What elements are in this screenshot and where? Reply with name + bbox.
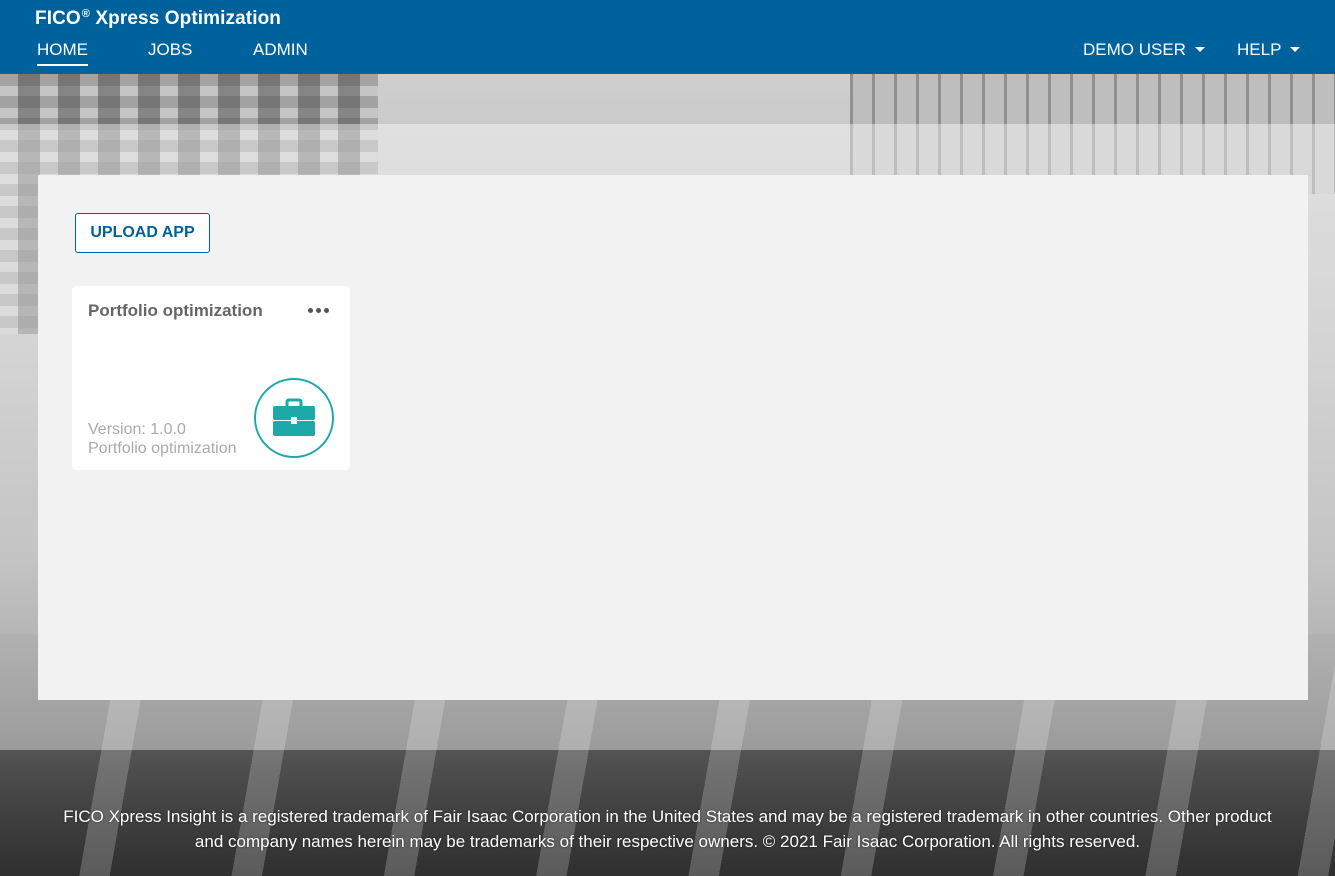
user-menu-label: DEMO USER [1083, 40, 1186, 59]
brand-prefix: FICO [35, 8, 81, 29]
footer: FICO Xpress Insight is a registered trad… [0, 750, 1335, 876]
nav-admin[interactable]: ADMIN [253, 40, 308, 64]
dot [323, 307, 329, 313]
nav-jobs[interactable]: JOBS [148, 40, 192, 64]
caret-down-icon [1194, 47, 1205, 52]
app-card-version: Version: 1.0.0 [88, 421, 186, 438]
app-card-title: Portfolio optimization [88, 301, 263, 320]
app-brand: FICO® Xpress Optimization [35, 8, 281, 30]
app-card-description: Portfolio optimization [88, 440, 237, 457]
user-menu[interactable]: DEMO USER [1083, 40, 1205, 64]
footer-line-2: and company names herein may be trademar… [194, 832, 1141, 851]
nav-home[interactable]: HOME [37, 40, 88, 66]
help-menu-label: HELP [1237, 40, 1282, 59]
briefcase-icon [254, 378, 334, 458]
help-menu[interactable]: HELP [1237, 40, 1301, 64]
apps-panel: UPLOAD APP Portfolio optimization Versio… [38, 175, 1308, 700]
footer-copyright: FICO Xpress Insight is a registered trad… [0, 804, 1335, 854]
caret-down-icon [1290, 47, 1301, 52]
top-header: FICO® Xpress Optimization HOME JOBS ADMI… [0, 0, 1335, 74]
dot [315, 307, 321, 313]
app-card[interactable]: Portfolio optimization Version: 1.0.0 Po… [72, 286, 350, 470]
brand-suffix: Xpress Optimization [90, 8, 281, 29]
dot [307, 307, 313, 313]
more-options-icon[interactable] [304, 300, 332, 320]
upload-app-button[interactable]: UPLOAD APP [75, 213, 210, 253]
briefcase-glyph [273, 398, 315, 436]
footer-line-1: FICO Xpress Insight is a registered trad… [63, 807, 1272, 826]
registered-mark: ® [81, 8, 91, 20]
